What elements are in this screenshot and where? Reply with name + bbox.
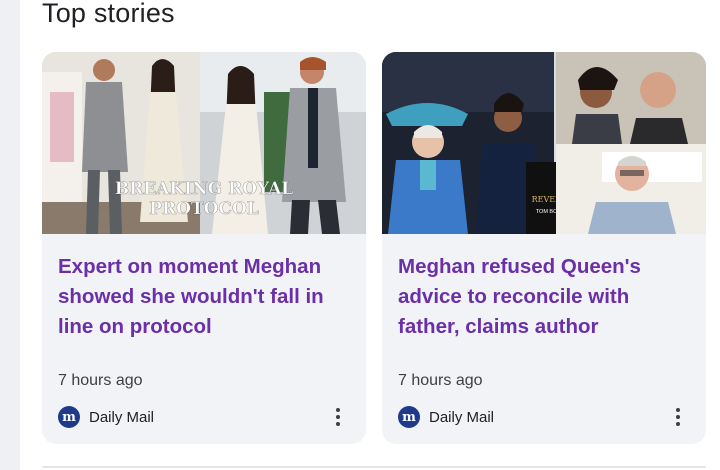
left-edge-strip xyxy=(0,0,20,470)
daily-mail-logo-icon: m xyxy=(398,406,420,428)
story-time: 7 hours ago xyxy=(58,372,143,389)
more-options-icon[interactable] xyxy=(670,404,686,430)
story-time: 7 hours ago xyxy=(398,372,483,389)
story-headline[interactable]: Expert on moment Meghan showed she would… xyxy=(58,252,348,342)
story-headline[interactable]: Meghan refused Queen's advice to reconci… xyxy=(398,252,688,342)
section-title: Top stories xyxy=(42,0,175,28)
source-name: Daily Mail xyxy=(89,408,155,426)
story-source[interactable]: m Daily Mail xyxy=(398,405,494,429)
story-image-queen-advice[interactable]: REVENGE TOM BOWER xyxy=(382,52,706,234)
story-source[interactable]: m Daily Mail xyxy=(58,405,154,429)
image-caption-line-1: BREAKING ROYAL xyxy=(115,179,294,199)
daily-mail-logo-icon: m xyxy=(58,406,80,428)
story-image-protocol[interactable]: BREAKING ROYAL PROTOCOL xyxy=(42,52,366,234)
more-options-icon[interactable] xyxy=(330,404,346,430)
next-card-edge xyxy=(42,466,706,468)
story-card-protocol[interactable]: BREAKING ROYAL PROTOCOL Expert on moment… xyxy=(42,52,366,444)
story-card-queen-advice[interactable]: REVENGE TOM BOWER Meghan refused Queen's… xyxy=(382,52,706,444)
image-caption-line-2: PROTOCOL xyxy=(149,199,259,219)
source-name: Daily Mail xyxy=(429,408,495,426)
